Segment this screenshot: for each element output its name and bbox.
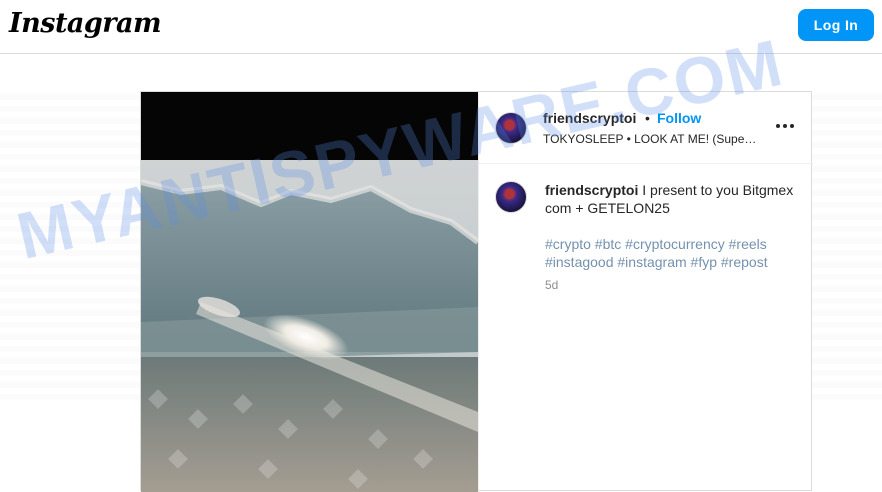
more-options-icon[interactable]	[771, 114, 799, 138]
avatar[interactable]	[495, 112, 527, 144]
caption-avatar[interactable]	[495, 181, 527, 213]
post-video[interactable]	[141, 92, 478, 492]
top-navigation-bar: Instagram Log In	[0, 0, 882, 54]
hashtag-list[interactable]: #crypto #btc #cryptocurrency #reels #ins…	[545, 235, 795, 271]
caption-username[interactable]: friendscryptoi	[545, 182, 638, 198]
post-sidebar: friendscryptoi • Follow TOKYOSLEEP • LOO…	[478, 92, 813, 492]
log-in-button[interactable]: Log In	[798, 9, 874, 41]
video-frame	[141, 92, 478, 492]
post-timestamp[interactable]: 5d	[545, 278, 558, 292]
post-username[interactable]: friendscryptoi	[543, 110, 636, 126]
post-caption: friendscryptoi I present to you Bitgmex …	[545, 181, 795, 217]
follow-button[interactable]: Follow	[657, 110, 701, 126]
instagram-logo[interactable]: Instagram	[9, 8, 162, 39]
ellipsis-icon	[776, 124, 794, 128]
separator-dot: •	[645, 110, 650, 126]
post-header: friendscryptoi • Follow TOKYOSLEEP • LOO…	[479, 92, 813, 164]
audio-track-label[interactable]: TOKYOSLEEP • LOOK AT ME! (Supe…	[543, 132, 763, 146]
post-container: friendscryptoi • Follow TOKYOSLEEP • LOO…	[140, 91, 813, 492]
